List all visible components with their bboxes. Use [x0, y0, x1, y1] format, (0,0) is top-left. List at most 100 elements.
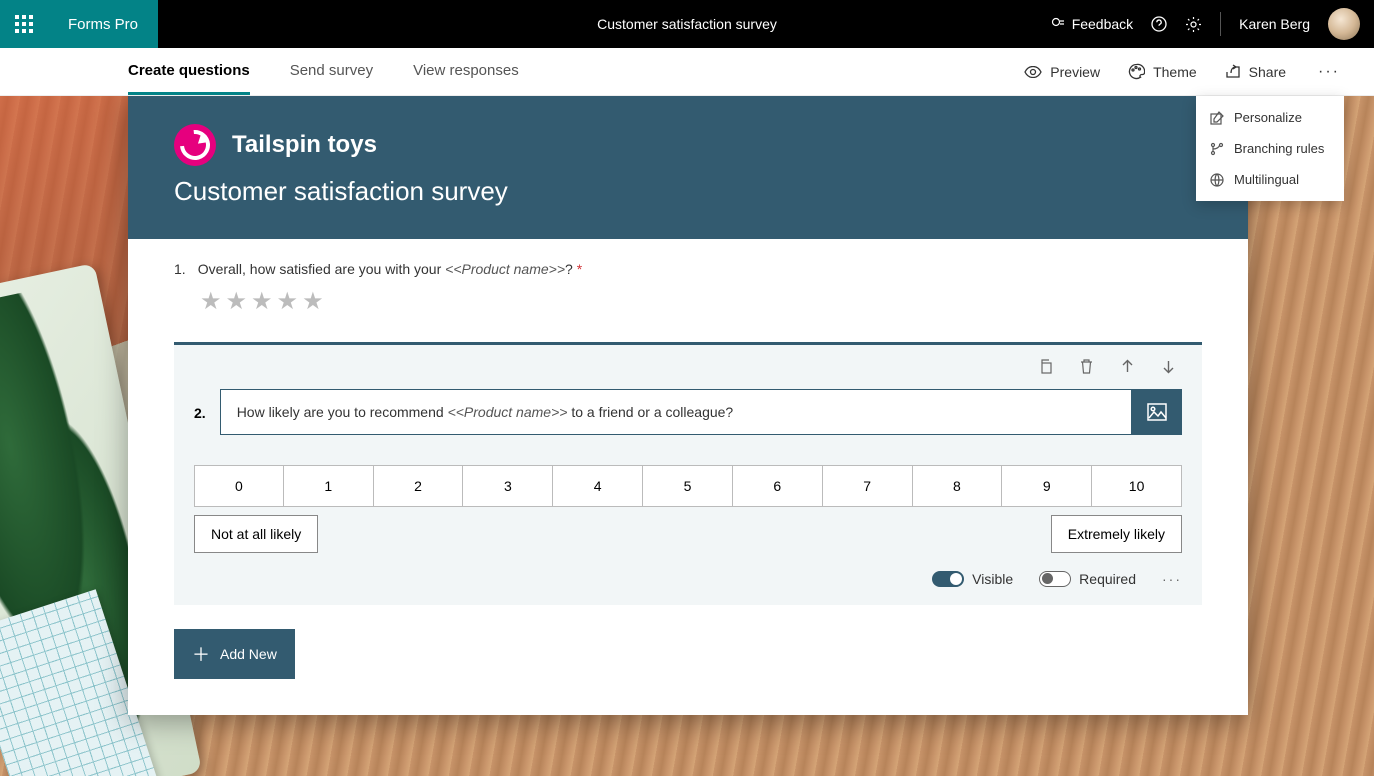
menu-personalize-label: Personalize — [1234, 110, 1302, 125]
star-icon: ★ — [251, 287, 273, 316]
q2-row: 2. How likely are you to recommend <<Pro… — [194, 389, 1182, 435]
q1-placeholder: <<Product name>> — [445, 261, 565, 277]
copy-button[interactable] — [1038, 359, 1053, 379]
app-launcher-button[interactable] — [0, 0, 48, 48]
menu-personalize[interactable]: Personalize — [1196, 102, 1344, 133]
brand-logo — [174, 124, 216, 166]
survey-header: Tailspin toys Customer satisfaction surv… — [128, 96, 1248, 239]
required-toggle-label: Required — [1039, 571, 1136, 587]
nps-grid: 0 1 2 3 4 5 6 7 8 9 10 — [194, 465, 1182, 507]
tab-create-questions[interactable]: Create questions — [128, 48, 250, 95]
share-label: Share — [1249, 64, 1286, 80]
tab-view-responses[interactable]: View responses — [413, 48, 519, 95]
nps-high-label[interactable]: Extremely likely — [1051, 515, 1182, 553]
command-bar: Create questions Send survey View respon… — [0, 48, 1374, 96]
copy-icon — [1038, 359, 1053, 374]
nps-option-3[interactable]: 3 — [462, 465, 553, 507]
feedback-icon — [1050, 16, 1066, 32]
feedback-button[interactable]: Feedback — [1050, 16, 1133, 32]
question-more-button[interactable]: ··· — [1162, 571, 1182, 587]
nps-option-4[interactable]: 4 — [552, 465, 643, 507]
preview-button[interactable]: Preview — [1024, 64, 1100, 80]
divider — [1220, 12, 1221, 36]
star-icon: ★ — [200, 287, 222, 316]
nps-option-7[interactable]: 7 — [822, 465, 913, 507]
menu-multilingual-label: Multilingual — [1234, 172, 1299, 187]
add-new-area: ＋ Add New — [174, 629, 1248, 679]
survey-title[interactable]: Customer satisfaction survey — [174, 176, 1202, 207]
image-icon — [1147, 403, 1167, 421]
question-footer: Visible Required ··· — [194, 571, 1182, 587]
workspace: Tailspin toys Customer satisfaction surv… — [0, 96, 1374, 776]
nps-option-5[interactable]: 5 — [642, 465, 733, 507]
move-down-button[interactable] — [1161, 359, 1176, 379]
q2-input-wrap: How likely are you to recommend <<Produc… — [220, 389, 1182, 435]
nps-option-0[interactable]: 0 — [194, 465, 284, 507]
command-right: Preview Theme Share ··· — [1024, 63, 1344, 81]
q2-placeholder: <<Product name>> — [448, 404, 568, 420]
nps-option-1[interactable]: 1 — [283, 465, 374, 507]
settings-button[interactable] — [1185, 16, 1202, 33]
preview-label: Preview — [1050, 64, 1100, 80]
gear-icon — [1185, 16, 1202, 33]
delete-button[interactable] — [1079, 359, 1094, 379]
question-toolbar — [194, 359, 1182, 379]
visible-toggle-label: Visible — [932, 571, 1013, 587]
theme-label: Theme — [1153, 64, 1197, 80]
star-icon: ★ — [302, 287, 324, 316]
user-name[interactable]: Karen Berg — [1239, 16, 1310, 32]
questions-area: 1. Overall, how satisfied are you with y… — [128, 239, 1248, 342]
help-icon — [1151, 16, 1167, 32]
question-1[interactable]: 1. Overall, how satisfied are you with y… — [174, 261, 1202, 277]
nps-option-6[interactable]: 6 — [732, 465, 823, 507]
nps-scale: 0 1 2 3 4 5 6 7 8 9 10 Not at all likely… — [194, 465, 1182, 553]
rating-stars[interactable]: ★★★★★ — [200, 287, 1202, 316]
edit-icon — [1210, 111, 1224, 125]
nps-option-10[interactable]: 10 — [1091, 465, 1182, 507]
top-bar: Forms Pro Customer satisfaction survey F… — [0, 0, 1374, 48]
visible-toggle[interactable] — [932, 571, 964, 587]
user-avatar[interactable] — [1328, 8, 1360, 40]
more-button[interactable]: ··· — [1314, 63, 1344, 81]
arrow-up-icon — [1120, 359, 1135, 374]
tab-send-survey[interactable]: Send survey — [290, 48, 373, 95]
brand-name[interactable]: Tailspin toys — [232, 131, 377, 159]
question-2-card: 2. How likely are you to recommend <<Pro… — [174, 342, 1202, 605]
required-toggle[interactable] — [1039, 571, 1071, 587]
palette-icon — [1128, 63, 1145, 80]
q1-number: 1. — [174, 261, 186, 277]
help-button[interactable] — [1151, 16, 1167, 32]
theme-button[interactable]: Theme — [1128, 63, 1197, 80]
nps-option-8[interactable]: 8 — [912, 465, 1003, 507]
add-image-button[interactable] — [1132, 389, 1182, 435]
nps-option-9[interactable]: 9 — [1001, 465, 1092, 507]
plus-icon: ＋ — [192, 641, 210, 667]
arrow-down-icon — [1161, 359, 1176, 374]
branch-icon — [1210, 142, 1224, 156]
more-dropdown: Personalize Branching rules Multilingual — [1196, 96, 1344, 201]
nps-option-2[interactable]: 2 — [373, 465, 464, 507]
top-right: Feedback Karen Berg — [1050, 8, 1374, 40]
star-icon: ★ — [226, 287, 248, 316]
page-title: Customer satisfaction survey — [597, 16, 777, 32]
menu-multilingual[interactable]: Multilingual — [1196, 164, 1344, 195]
add-new-label: Add New — [220, 646, 277, 662]
eye-icon — [1024, 66, 1042, 78]
menu-branching-label: Branching rules — [1234, 141, 1324, 156]
globe-icon — [1210, 173, 1224, 187]
nps-low-label[interactable]: Not at all likely — [194, 515, 318, 553]
nps-labels: Not at all likely Extremely likely — [194, 515, 1182, 553]
add-new-button[interactable]: ＋ Add New — [174, 629, 295, 679]
trash-icon — [1079, 359, 1094, 374]
star-icon: ★ — [277, 287, 299, 316]
required-mark: * — [577, 261, 582, 277]
menu-branching[interactable]: Branching rules — [1196, 133, 1344, 164]
brand-row: Tailspin toys — [174, 124, 1202, 166]
share-button[interactable]: Share — [1225, 64, 1286, 80]
waffle-icon — [15, 15, 33, 33]
move-up-button[interactable] — [1120, 359, 1135, 379]
app-name[interactable]: Forms Pro — [48, 0, 158, 48]
feedback-label: Feedback — [1072, 16, 1133, 32]
question-text-input[interactable]: How likely are you to recommend <<Produc… — [220, 389, 1132, 435]
tabs: Create questions Send survey View respon… — [128, 48, 519, 95]
